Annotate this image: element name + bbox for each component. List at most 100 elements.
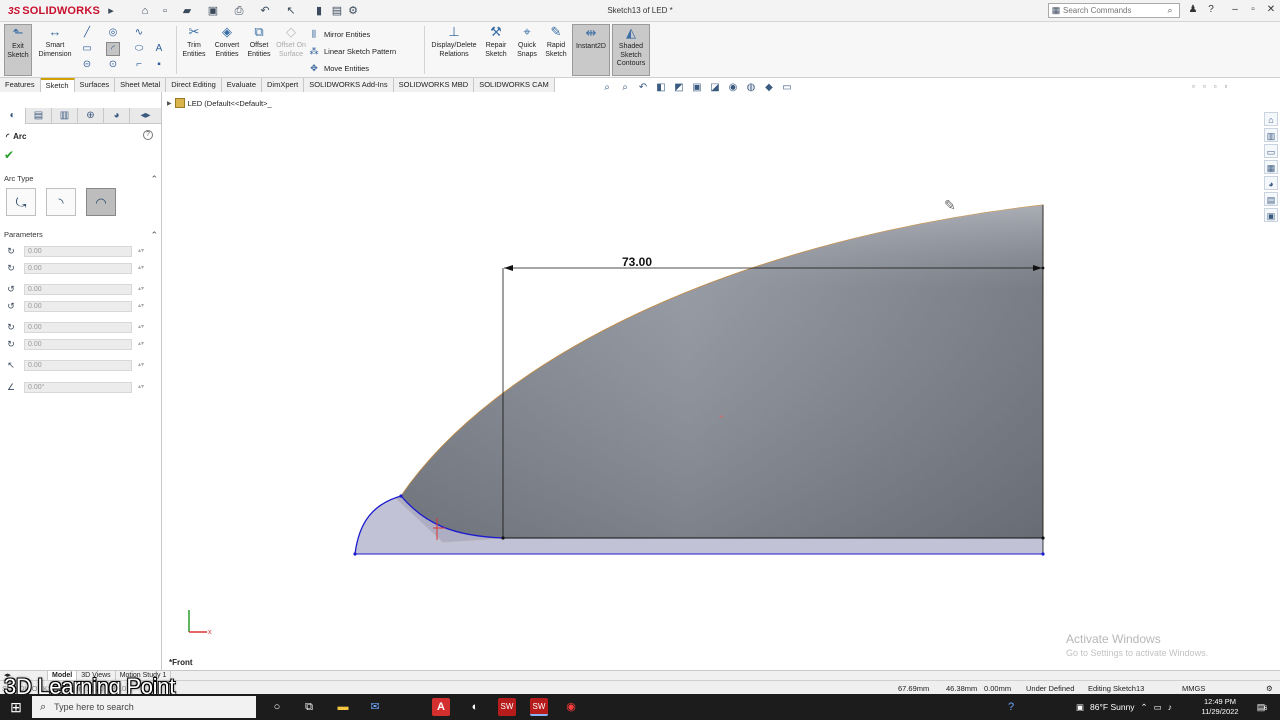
solidworks-2020-icon[interactable]: SW: [498, 698, 516, 716]
status-customize-icon[interactable]: ⚙: [1266, 684, 1273, 693]
spin-icon[interactable]: ▴▾: [138, 362, 144, 368]
search-icon[interactable]: ⌕: [1163, 5, 1177, 16]
taskbar-search[interactable]: ⌕ Type here to search: [32, 696, 256, 718]
print-icon[interactable]: ⎙: [232, 4, 246, 18]
solidworks-resources-icon[interactable]: ⌂: [1264, 112, 1278, 126]
new-document-icon[interactable]: ▫: [158, 4, 172, 18]
chevron-up-icon[interactable]: ⌃: [150, 174, 158, 186]
display-delete-relations-button[interactable]: ⊥ Display/Delete Relations: [428, 24, 480, 76]
save-icon[interactable]: ▣: [206, 4, 220, 18]
rapid-sketch-button[interactable]: ✎ Rapid Sketch: [542, 24, 570, 76]
graphics-area[interactable]: ▶ LED (Default<<Default>_ + 73.00 ✎ x *F…: [163, 92, 1280, 670]
tab-addins[interactable]: SOLIDWORKS Add-Ins: [304, 78, 394, 92]
appearances-icon[interactable]: ◕: [1264, 176, 1278, 190]
line-icon[interactable]: ╱: [80, 26, 94, 40]
file-explorer-taskbar-icon[interactable]: ▬: [334, 698, 352, 716]
recorder-icon[interactable]: ◉: [562, 698, 580, 716]
polygon-icon[interactable]: ⊙: [106, 58, 120, 72]
tray-chevron-icon[interactable]: ⌃: [1141, 702, 1148, 713]
undo-icon[interactable]: ↶: [258, 4, 272, 18]
graphics-restore-icon[interactable]: ▫: [1214, 82, 1217, 91]
move-entities-button[interactable]: ✥ Move Entities: [308, 60, 422, 77]
spin-icon[interactable]: ▴▾: [138, 384, 144, 390]
minimize-icon[interactable]: –: [1228, 3, 1242, 17]
select-icon[interactable]: ↖: [284, 4, 298, 18]
mirror-entities-button[interactable]: ⫼ Mirror Entities: [308, 26, 422, 43]
centerpoint-arc-button[interactable]: ⤿: [6, 188, 36, 216]
spin-icon[interactable]: ▴▾: [138, 265, 144, 271]
offset-on-surface-button[interactable]: ◇ Offset On Surface: [276, 24, 306, 76]
weather-text[interactable]: 86°F Sunny: [1090, 702, 1135, 712]
task-view-icon[interactable]: ⧉: [300, 698, 318, 716]
forum-icon[interactable]: ▣: [1264, 208, 1278, 222]
search-commands-input[interactable]: [1063, 6, 1163, 15]
sketch-point[interactable]: [353, 552, 357, 556]
offset-entities-button[interactable]: ⧉ Offset Entities: [244, 24, 274, 76]
chevron-up-icon[interactable]: ⌃: [150, 230, 158, 242]
end-y-input[interactable]: [24, 338, 132, 350]
center-x-input[interactable]: [24, 245, 132, 257]
ellipse-icon[interactable]: ⬭: [132, 42, 146, 56]
center-y-input[interactable]: [24, 262, 132, 274]
sketch-point[interactable]: [501, 536, 505, 540]
arc-type-section-header[interactable]: Arc Type ⌃: [4, 174, 158, 186]
tab-features[interactable]: Features: [0, 78, 41, 92]
sketch-point[interactable]: [1041, 266, 1045, 270]
help-button[interactable]: ?: [143, 130, 153, 140]
spin-icon[interactable]: ▴▾: [138, 248, 144, 254]
arc-icon[interactable]: ◜: [106, 42, 120, 56]
options-gear-icon[interactable]: ⚙: [346, 4, 360, 18]
repair-sketch-button[interactable]: ⚒ Repair Sketch: [482, 24, 510, 76]
radius-input[interactable]: [24, 359, 132, 371]
trim-entities-button[interactable]: ✂ Trim Entities: [180, 24, 208, 76]
display-manager-tab-icon[interactable]: ◕: [104, 108, 130, 124]
dimension-value[interactable]: 73.00: [622, 255, 652, 269]
dimxpert-manager-tab-icon[interactable]: ⊕: [78, 108, 104, 124]
spin-icon[interactable]: ▴▾: [138, 286, 144, 292]
tab-cam[interactable]: SOLIDWORKS CAM: [474, 78, 555, 92]
tab-mbd[interactable]: SOLIDWORKS MBD: [393, 78, 475, 92]
tab-dimxpert[interactable]: DimXpert: [261, 78, 305, 92]
sketch-point[interactable]: [1041, 536, 1045, 540]
status-units[interactable]: MMGS: [1182, 684, 1205, 693]
start-x-input[interactable]: [24, 283, 132, 295]
tab-evaluate[interactable]: Evaluate: [221, 78, 262, 92]
file-explorer-icon[interactable]: ▭: [1264, 144, 1278, 158]
tab-sketch[interactable]: Sketch: [40, 78, 75, 92]
fillet-icon[interactable]: ⌐: [132, 58, 146, 72]
home-icon[interactable]: ⌂: [138, 4, 152, 18]
autocad-icon[interactable]: A: [432, 698, 450, 716]
property-manager-tab-icon[interactable]: ◐: [0, 108, 26, 124]
search-scope-icon[interactable]: ▦: [1049, 5, 1063, 16]
help-icon[interactable]: ?: [1204, 3, 1218, 17]
ok-checkmark-icon[interactable]: ✔: [4, 148, 14, 162]
linear-sketch-pattern-button[interactable]: ⁂ Linear Sketch Pattern: [308, 43, 422, 60]
weather-icon[interactable]: ▣: [1076, 702, 1084, 713]
convert-entities-button[interactable]: ◈ Convert Entities: [210, 24, 244, 76]
windows-start-icon[interactable]: ⊞: [8, 699, 24, 715]
restore-icon[interactable]: ▫: [1246, 3, 1260, 17]
graphics-maximize-icon[interactable]: ▫: [1225, 82, 1228, 91]
view-palette-icon[interactable]: ▦: [1264, 160, 1278, 174]
configuration-manager-tab-icon[interactable]: ▥: [52, 108, 78, 124]
parameters-section-header[interactable]: Parameters ⌃: [4, 230, 158, 242]
circle-icon[interactable]: ◎: [106, 26, 120, 40]
solidworks-logo[interactable]: 3S SOLIDWORKS: [8, 4, 100, 18]
cortana-icon[interactable]: ○: [268, 698, 286, 716]
rebuild-icon[interactable]: ▮: [312, 4, 326, 18]
tangent-arc-button[interactable]: ◝: [46, 188, 76, 216]
smart-dimension-button[interactable]: ↔ Smart Dimension: [36, 24, 74, 76]
user-icon[interactable]: ♟: [1186, 3, 1200, 17]
slot-icon[interactable]: ⊝: [80, 58, 94, 72]
rectangle-icon[interactable]: ▭: [80, 42, 94, 56]
quick-snaps-button[interactable]: ⌖ Quick Snaps: [514, 24, 540, 76]
help-circle-icon[interactable]: ?: [1002, 698, 1020, 716]
shaded-sketch-contours-button[interactable]: ◭ Shaded Sketch Contours: [612, 24, 650, 76]
custom-properties-icon[interactable]: ▤: [1264, 192, 1278, 206]
sketch-point[interactable]: [1041, 552, 1045, 556]
end-x-input[interactable]: [24, 321, 132, 333]
spin-icon[interactable]: ▴▾: [138, 341, 144, 347]
clock[interactable]: 12:49 PM 11/29/2022: [1196, 697, 1244, 717]
three-point-arc-button[interactable]: ◠: [86, 188, 116, 216]
exit-sketch-button[interactable]: ⬑ Exit Sketch: [4, 24, 32, 76]
